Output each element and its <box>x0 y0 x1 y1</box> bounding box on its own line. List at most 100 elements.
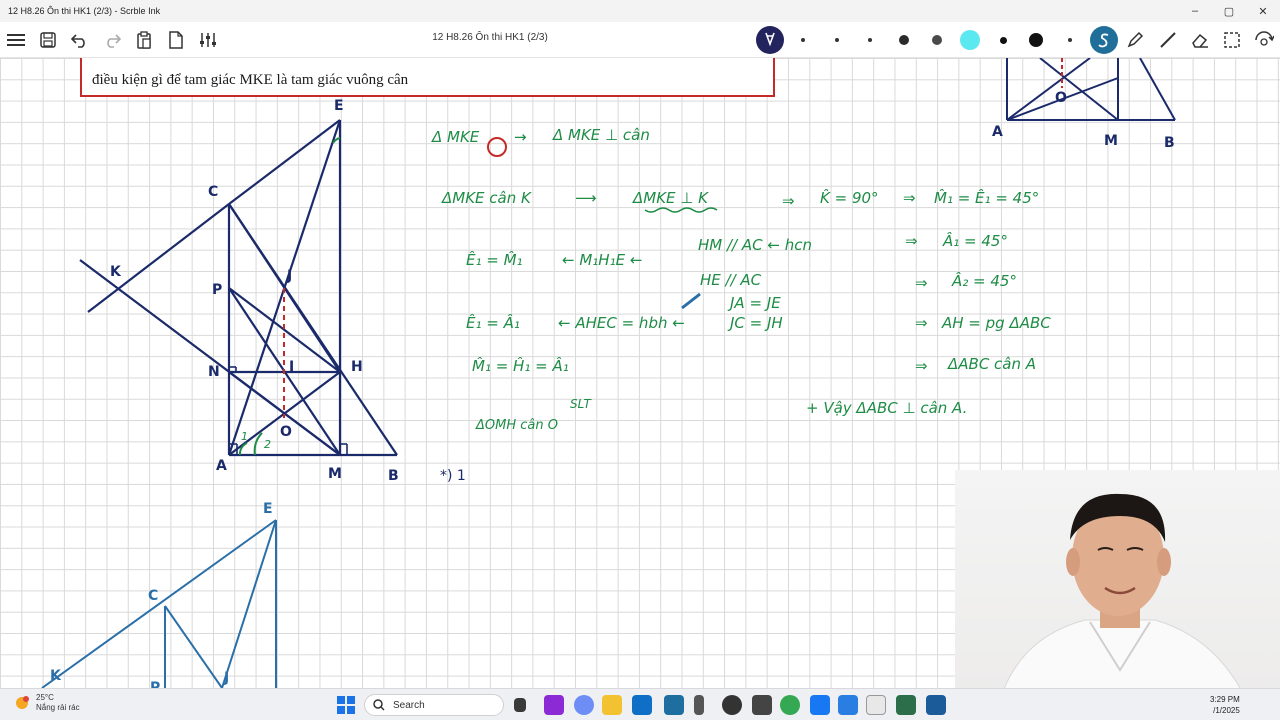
pen-size-small-2-icon[interactable] <box>868 38 872 42</box>
task-view-icon[interactable] <box>514 698 526 712</box>
note-l3e: Â₁ = 45° <box>942 231 1008 250</box>
weather-description: Nắng rải rác <box>36 703 80 712</box>
window-title: 12 H8.26 Ôn thi HK1 (2/3) - Scrble Ink <box>8 6 161 16</box>
label-O: O <box>280 424 292 440</box>
start-button[interactable] <box>336 695 356 715</box>
note-l2g: M̂₁ = Ê₁ = 45° <box>934 188 1039 207</box>
pen-color-black[interactable] <box>1029 33 1043 47</box>
note-l3a: Ê₁ = M̂₁ <box>466 250 523 269</box>
pen-color-2[interactable] <box>932 35 942 45</box>
weather-temperature: 25°C <box>36 693 54 702</box>
active-pen-color[interactable] <box>1090 26 1118 54</box>
note-l6b: ← AHEC = hbh ← <box>558 314 685 332</box>
label-C: C <box>208 184 218 200</box>
snipping-app-icon[interactable] <box>664 695 684 715</box>
pen-size-small-icon[interactable] <box>835 38 839 42</box>
note-l1a: Δ MKE <box>431 128 480 146</box>
note-l6d: ⇒ <box>915 314 928 332</box>
label-angle-1: 1 <box>241 430 248 443</box>
highlighter-icon[interactable] <box>1123 28 1147 52</box>
menu-icon[interactable] <box>4 28 28 52</box>
label-J: J <box>286 268 292 284</box>
messenger-app-icon[interactable] <box>810 695 830 715</box>
file-explorer-icon[interactable] <box>602 695 622 715</box>
capcut-app-icon[interactable] <box>752 695 772 715</box>
pen-color-1[interactable] <box>899 35 909 45</box>
system-clock[interactable]: 3:29 PM /1/2025 <box>1210 694 1240 716</box>
label-B: B <box>388 468 399 484</box>
store-app-icon[interactable] <box>632 695 652 715</box>
label-A: A <box>216 458 227 474</box>
note-l6e: AH = pg ΔABC <box>941 314 1051 332</box>
thumb-label-A: A <box>992 124 1003 140</box>
pen-size-medium-icon[interactable] <box>1000 37 1007 44</box>
note-l10a: + Vậy ΔABC ⊥ cân A. <box>806 399 967 417</box>
label-M: M <box>328 466 342 482</box>
search-icon <box>373 699 385 711</box>
geogebra-app-icon[interactable] <box>896 695 916 715</box>
maximize-button[interactable]: ▢ <box>1212 0 1246 22</box>
second-label-K: K <box>50 668 62 684</box>
obs-app-icon[interactable] <box>722 695 742 715</box>
other-app-icon[interactable] <box>926 695 946 715</box>
weather-sun-icon <box>16 696 29 709</box>
note-l2a: ΔMKE cân K <box>441 189 532 207</box>
note-l8a: SLT <box>570 397 592 411</box>
weather-widget[interactable]: 25°C Nắng rải rác <box>14 693 80 713</box>
settings-sliders-icon[interactable] <box>196 28 220 52</box>
document-title: 12 H8.26 Ôn thi HK1 (2/3) <box>432 32 548 43</box>
note-l4c: Â₂ = 45° <box>951 271 1017 290</box>
label-P: P <box>212 282 222 298</box>
note-l1b: → <box>514 128 527 146</box>
photos-app-icon[interactable] <box>838 695 858 715</box>
clock-date: /1/2025 <box>1213 706 1240 715</box>
note-l2f: ⇒ <box>903 189 916 207</box>
clock-app-icon[interactable] <box>866 695 886 715</box>
hand-icon[interactable] <box>1252 28 1276 52</box>
note-l6a: Ê₁ = Â₁ <box>466 313 520 332</box>
pen-size-tiny-2-icon[interactable] <box>1068 38 1072 42</box>
pen-icon[interactable] <box>756 26 784 54</box>
page-icon[interactable] <box>164 28 188 52</box>
second-figure <box>41 519 277 688</box>
label-H: H <box>351 359 363 375</box>
app-window: 12 H8.26 Ôn thi HK1 (2/3) - Scrble Ink –… <box>0 0 1280 720</box>
thumb-label-B: B <box>1164 135 1175 151</box>
second-label-C: C <box>148 588 158 604</box>
webcam-overlay <box>955 470 1280 720</box>
label-angle-2: 2 <box>264 438 271 451</box>
windows-taskbar: 25°C Nắng rải rác Search 3:29 PM /1/2025 <box>0 688 1280 720</box>
chrome-app-icon[interactable] <box>780 695 800 715</box>
line-tool-icon[interactable] <box>1156 28 1180 52</box>
note-l11a: *) 1 <box>440 468 466 484</box>
save-icon[interactable] <box>36 28 60 52</box>
pen-size-tiny-icon[interactable] <box>801 38 805 42</box>
note-l3b: ← M₁H₁E ← <box>562 251 642 269</box>
phone-app-icon[interactable] <box>694 695 704 715</box>
paste-icon[interactable] <box>132 28 156 52</box>
handwritten-notes: Δ MKE → Δ MKE ⊥ cân ΔMKE cân K ⟶ ΔMKE ⊥ … <box>431 126 1051 484</box>
note-l7b: ⇒ <box>915 357 928 375</box>
label-I: I <box>289 359 294 375</box>
thumb-label-O: O <box>1055 90 1067 106</box>
note-l7a: M̂₁ = Ĥ₁ = Â₁ <box>472 356 569 375</box>
undo-icon[interactable] <box>68 28 92 52</box>
zalo-app-icon[interactable] <box>544 695 564 715</box>
note-l9a: ΔOMH cân O <box>475 418 558 433</box>
note-l2b: ⟶ <box>575 189 597 207</box>
copilot-icon[interactable] <box>574 695 594 715</box>
note-l2d: ⇒ <box>782 192 795 210</box>
label-K: K <box>110 264 122 280</box>
redo-icon[interactable] <box>100 28 124 52</box>
second-label-J: J <box>223 670 229 686</box>
minimize-button[interactable]: – <box>1178 0 1212 22</box>
app-toolbar: 12 H8.26 Ôn thi HK1 (2/3) <box>0 22 1280 58</box>
pen-color-cyan[interactable] <box>960 30 980 50</box>
close-button[interactable]: ✕ <box>1246 0 1280 22</box>
taskbar-search[interactable]: Search <box>364 694 504 716</box>
thumbnail-figure <box>1006 58 1176 121</box>
note-l1c: Δ MKE ⊥ cân <box>552 126 650 144</box>
eraser-icon[interactable] <box>1188 28 1212 52</box>
lasso-select-icon[interactable] <box>1220 28 1244 52</box>
search-label: Search <box>393 699 425 711</box>
